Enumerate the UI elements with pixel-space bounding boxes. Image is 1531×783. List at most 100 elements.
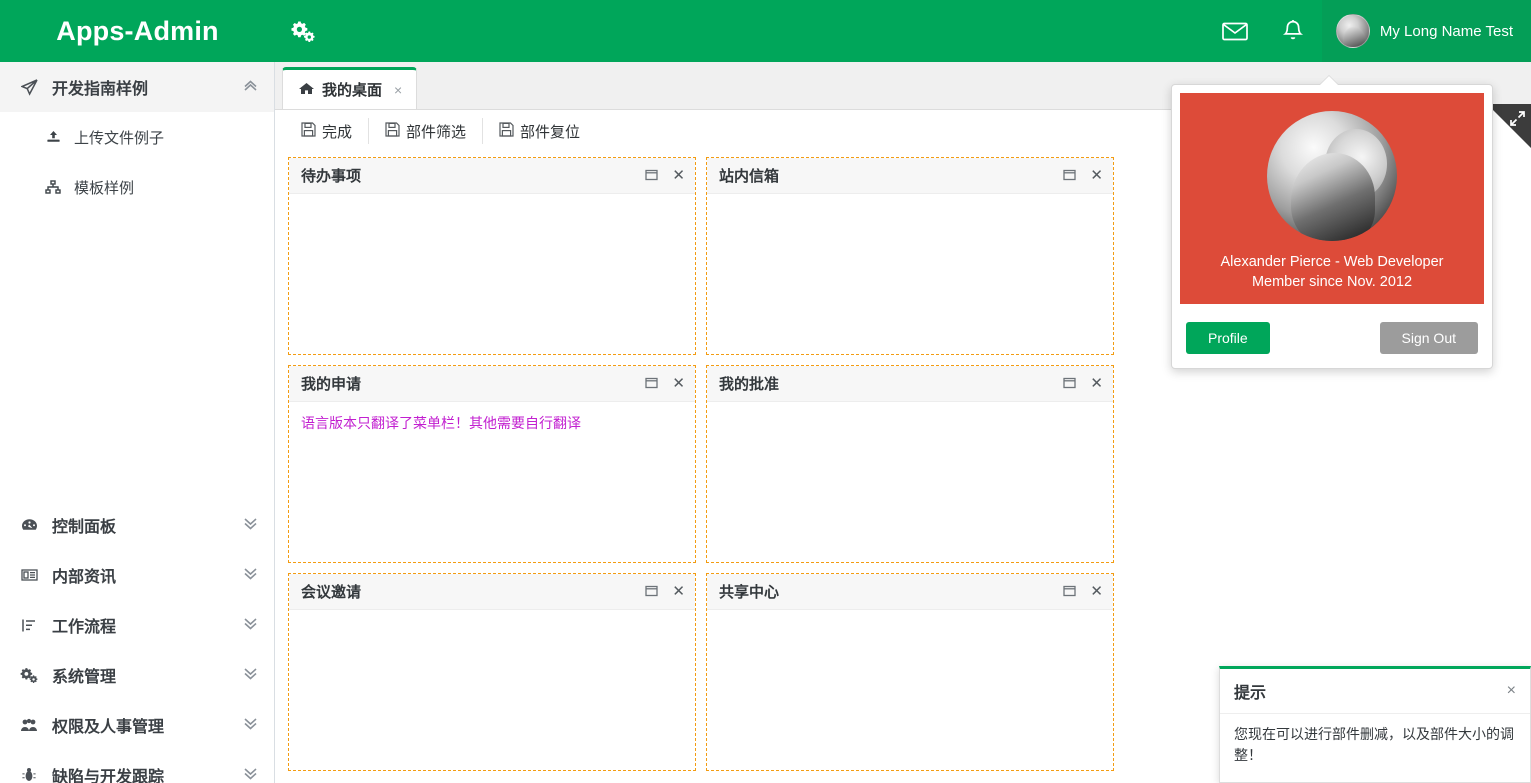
widget-my-approvals: 我的批准 ✕ [706, 365, 1114, 563]
profile-avatar [1267, 111, 1397, 241]
widget-body [707, 402, 1113, 424]
sidebar-item-upload-sample[interactable]: 上传文件例子 [0, 112, 274, 162]
widget-filter-button[interactable]: 部件筛选 [369, 118, 484, 144]
bug-icon [18, 767, 40, 783]
flow-icon [18, 618, 40, 633]
chevron-down-icon [243, 517, 258, 534]
widget-title: 我的批准 [719, 376, 780, 393]
restore-window-icon[interactable] [645, 377, 659, 391]
sidebar-item-system-management[interactable]: 系统管理 [0, 650, 274, 700]
notification-toast: 提示 × 您现在可以进行部件删减，以及部件大小的调整！ [1219, 666, 1531, 783]
user-profile-dropdown: Alexander Pierce - Web Developer Member … [1171, 84, 1493, 370]
gears-icon[interactable] [275, 0, 331, 62]
envelope-icon[interactable] [1206, 0, 1264, 62]
avatar [1335, 14, 1370, 48]
restore-window-icon[interactable] [645, 169, 659, 183]
close-icon[interactable]: × [1507, 682, 1516, 700]
chevron-down-icon [243, 667, 258, 684]
restore-window-icon[interactable] [1063, 585, 1077, 599]
sidebar-label: 控制面板 [52, 519, 117, 536]
widget-body [707, 194, 1113, 216]
widget-header: 会议邀请 ✕ [289, 574, 695, 610]
close-icon[interactable]: ✕ [672, 168, 685, 183]
app-root: Apps-Admin My Long Name Test 开发指南样例 上传文件… [0, 0, 1531, 783]
user-name-label: My Long Name Test [1379, 22, 1513, 40]
close-icon[interactable]: ✕ [672, 584, 685, 599]
sidebar-label: 内部资讯 [52, 569, 117, 586]
close-icon[interactable]: ✕ [1090, 168, 1103, 183]
widget-title: 待办事项 [301, 168, 362, 185]
widget-share-center: 共享中心 ✕ [706, 573, 1114, 771]
profile-banner: Alexander Pierce - Web Developer Member … [1180, 93, 1484, 305]
sidebar-item-internal-news[interactable]: 内部资讯 [0, 550, 274, 600]
profile-caption: Alexander Pierce - Web Developer Member … [1220, 254, 1444, 290]
sidebar-item-permissions-hr[interactable]: 权限及人事管理 [0, 700, 274, 750]
sidebar-item-dev-guide[interactable]: 开发指南样例 [0, 62, 274, 112]
close-icon[interactable]: × [394, 82, 402, 98]
restore-window-icon[interactable] [1063, 169, 1077, 183]
sidebar-sub-label: 上传文件例子 [74, 129, 165, 147]
widget-column-2: 站内信箱 ✕ 我的批准 ✕ 共享中心 ✕ [701, 157, 1119, 783]
close-icon[interactable]: ✕ [1090, 584, 1103, 599]
finish-button[interactable]: 完成 [285, 118, 370, 144]
sign-out-button[interactable]: Sign Out [1379, 322, 1478, 355]
toolbar-label: 部件筛选 [406, 123, 467, 141]
toast-header: 提示 × [1220, 669, 1530, 714]
top-header: Apps-Admin My Long Name Test [0, 0, 1531, 62]
chevron-up-icon [243, 79, 258, 96]
app-brand[interactable]: Apps-Admin [0, 0, 275, 62]
widget-body [707, 610, 1113, 632]
widget-body [289, 610, 695, 632]
sidebar-item-control-panel[interactable]: 控制面板 [0, 500, 274, 550]
chevron-down-icon [243, 717, 258, 734]
widget-reset-button[interactable]: 部件复位 [483, 118, 596, 144]
bell-icon[interactable] [1264, 0, 1322, 62]
sidebar-item-template-sample[interactable]: 模板样例 [0, 162, 274, 212]
widget-todo: 待办事项 ✕ [288, 157, 696, 355]
save-icon [301, 121, 316, 141]
toast-title: 提示 [1234, 685, 1267, 702]
widget-header: 我的申请 ✕ [289, 366, 695, 402]
tab-my-desktop[interactable]: 我的桌面 × [282, 67, 418, 109]
widget-title: 共享中心 [719, 584, 780, 601]
toolbar-label: 部件复位 [520, 123, 581, 141]
sidebar-label: 工作流程 [52, 619, 117, 636]
sidebar-label: 权限及人事管理 [52, 719, 165, 736]
news-icon [18, 568, 40, 582]
restore-window-icon[interactable] [1063, 377, 1077, 391]
widget-title: 站内信箱 [719, 168, 780, 185]
widget-column-1: 待办事项 ✕ 我的申请 ✕ 语言版本只翻译了菜单栏！其他需要自行翻译 会议邀请 … [283, 157, 701, 783]
profile-button[interactable]: Profile [1186, 322, 1270, 355]
expand-arrows-icon [1509, 110, 1526, 131]
dashboard-icon [18, 518, 40, 533]
widget-body: 语言版本只翻译了菜单栏！其他需要自行翻译 [301, 415, 581, 431]
sidebar-item-workflow[interactable]: 工作流程 [0, 600, 274, 650]
sidebar-label: 开发指南样例 [52, 81, 149, 98]
widget-meeting-invites: 会议邀请 ✕ [288, 573, 696, 771]
widget-header: 共享中心 ✕ [707, 574, 1113, 610]
close-icon[interactable]: ✕ [672, 376, 685, 391]
user-menu-button[interactable]: My Long Name Test [1321, 0, 1531, 62]
widget-my-requests: 我的申请 ✕ 语言版本只翻译了菜单栏！其他需要自行翻译 [288, 365, 696, 563]
widget-title: 会议邀请 [301, 584, 362, 601]
widget-title: 我的申请 [301, 376, 362, 393]
upload-icon [42, 130, 64, 145]
header-spacer [331, 0, 1206, 62]
sidebar: 开发指南样例 上传文件例子 模板样例 控制面板 内部资讯 工作流程 系统管理 权… [0, 62, 275, 783]
widget-body [289, 194, 695, 216]
chevron-down-icon [243, 567, 258, 584]
close-icon[interactable]: ✕ [1090, 376, 1103, 391]
users-icon [18, 718, 40, 733]
chevron-down-icon [243, 767, 258, 783]
toast-message: 您现在可以进行部件删减，以及部件大小的调整！ [1234, 726, 1514, 763]
restore-window-icon[interactable] [645, 585, 659, 599]
sidebar-sub-label: 模板样例 [74, 179, 135, 197]
home-icon [299, 82, 314, 98]
paper-plane-icon [18, 78, 40, 96]
widget-header: 站内信箱 ✕ [707, 158, 1113, 194]
sidebar-label: 系统管理 [52, 669, 117, 686]
save-icon [499, 121, 514, 141]
sidebar-item-bug-tracking[interactable]: 缺陷与开发跟踪 [0, 750, 274, 783]
fullscreen-corner-button[interactable] [1487, 104, 1531, 148]
